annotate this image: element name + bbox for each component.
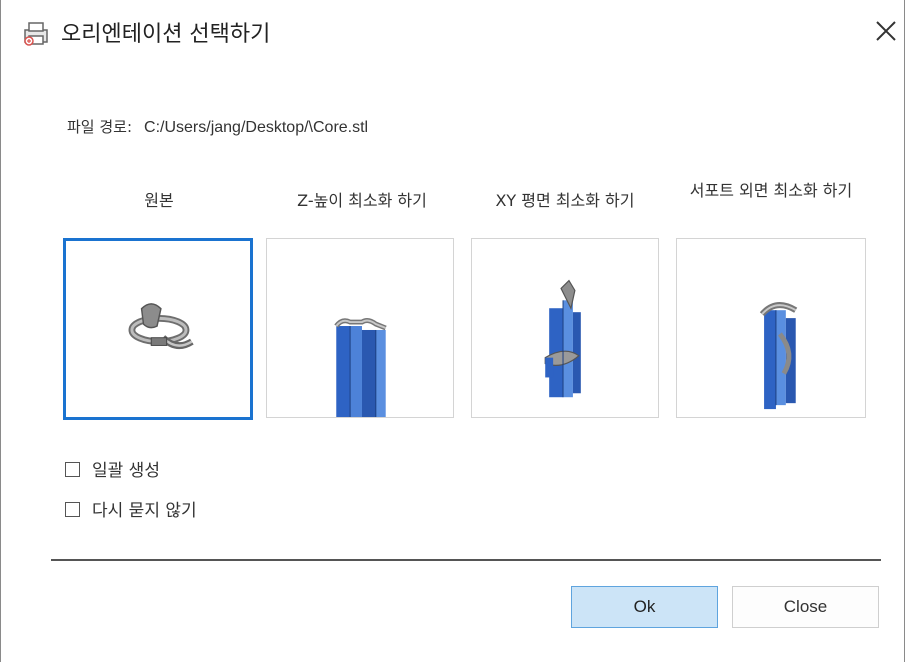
option-label-original: 원본	[144, 191, 174, 210]
printer-icon	[23, 20, 51, 46]
support-surface-model-preview	[759, 302, 798, 410]
z-height-model-preview	[334, 318, 387, 417]
checkbox-box[interactable]	[65, 462, 80, 477]
divider	[51, 559, 881, 561]
option-card-original[interactable]	[63, 238, 253, 420]
original-model-preview	[128, 303, 194, 349]
option-card-support-surface[interactable]	[676, 238, 866, 418]
close-button[interactable]: Close	[732, 586, 879, 628]
ok-button[interactable]: Ok	[571, 586, 718, 628]
batch-generate-checkbox[interactable]: 일괄 생성	[65, 456, 160, 481]
option-card-z-height[interactable]	[266, 238, 454, 418]
dont-ask-again-checkbox[interactable]: 다시 묻지 않기	[65, 496, 197, 521]
title-bar: 오리엔테이션 선택하기	[1, 0, 904, 64]
close-icon[interactable]	[873, 18, 899, 44]
checkbox-label: 다시 묻지 않기	[92, 501, 197, 521]
xy-plane-model-preview	[544, 279, 581, 398]
window-title: 오리엔테이션 선택하기	[61, 22, 271, 47]
checkbox-label: 일괄 생성	[92, 461, 160, 481]
file-path-row: 파일 경로: C:/Users/jang/Desktop/\Core.stl	[67, 116, 368, 137]
option-label-xy-plane: XY 평면 최소화 하기	[495, 191, 635, 210]
orientation-dialog: 오리엔테이션 선택하기 파일 경로: C:/Users/jang/Desktop/…	[0, 0, 905, 662]
file-path-label: 파일 경로:	[67, 118, 133, 136]
option-label-support-surface: 서포트 외면 최소화 하기	[689, 181, 853, 200]
file-path-value: C:/Users/jang/Desktop/\Core.stl	[144, 119, 369, 136]
option-label-z-height: Z-높이 최소화 하기	[297, 191, 427, 210]
checkbox-box[interactable]	[65, 502, 80, 517]
option-card-xy-plane[interactable]	[471, 238, 659, 418]
